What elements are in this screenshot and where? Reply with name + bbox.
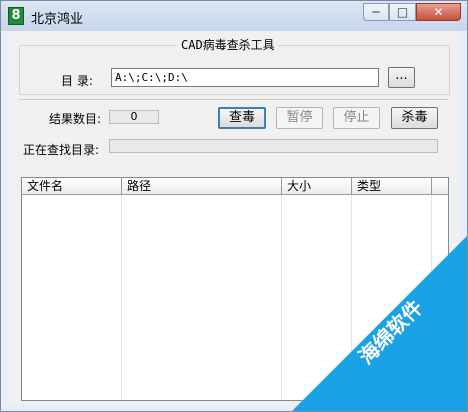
main-window: 8 北京鸿业 ─ □ ✕ CAD病毒查杀工具 目 录: A:\;C:\;D:\ … (0, 0, 468, 412)
separator (19, 99, 448, 100)
scan-button[interactable]: 查毒 (218, 107, 266, 129)
group-title: CAD病毒查杀工具 (177, 36, 279, 53)
column-size[interactable]: 大小 (282, 178, 352, 194)
title-bar[interactable]: 8 北京鸿业 ─ □ ✕ (1, 1, 467, 31)
gridline (281, 195, 282, 400)
directory-input[interactable]: A:\;C:\;D:\ (111, 68, 379, 87)
window-title: 北京鸿业 (31, 12, 84, 27)
pause-button[interactable]: 暂停 (276, 107, 323, 129)
column-type[interactable]: 类型 (352, 178, 432, 194)
current-dir-value (109, 139, 438, 153)
column-filename[interactable]: 文件名 (22, 178, 122, 194)
result-count-value: 0 (109, 110, 159, 124)
maximize-button[interactable]: □ (389, 3, 416, 21)
gridline (121, 195, 122, 400)
app-icon: 8 (8, 7, 24, 25)
column-path[interactable]: 路径 (122, 178, 282, 194)
current-dir-label: 正在查找目录: (23, 143, 100, 157)
directory-label: 目 录: (61, 74, 93, 88)
close-button[interactable]: ✕ (416, 3, 461, 21)
table-header: 文件名 路径 大小 类型 (22, 178, 448, 195)
result-count-label: 结果数目: (49, 112, 102, 126)
stop-button[interactable]: 停止 (333, 107, 380, 129)
browse-button[interactable]: ... (388, 67, 415, 88)
kill-button[interactable]: 杀毒 (391, 107, 438, 129)
minimize-button[interactable]: ─ (363, 3, 389, 21)
